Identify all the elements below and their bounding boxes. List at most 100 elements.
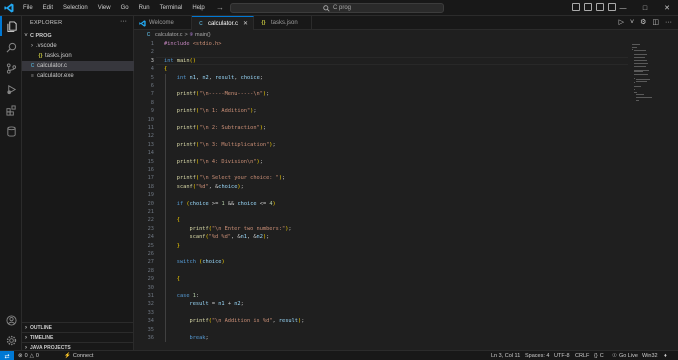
code-line[interactable]: 35: [134, 326, 628, 334]
line-number: 2: [150, 49, 154, 56]
breadcrumb-file[interactable]: calculator.c: [155, 32, 183, 38]
end-of-line[interactable]: CRLF: [575, 351, 589, 360]
close-tab-icon[interactable]: ✕: [243, 20, 248, 27]
code-line[interactable]: 28: [134, 267, 628, 275]
toggle-primary-sidebar-icon[interactable]: [572, 3, 580, 11]
source-control-icon[interactable]: [0, 58, 22, 78]
code-line[interactable]: 34 printf("\n Addition is %d", result);: [134, 317, 628, 325]
code-line[interactable]: 24 scanf("%d %d", &n1, &n2);: [134, 233, 628, 241]
split-editor-icon[interactable]: ◫: [652, 19, 659, 27]
vscode-logo-icon: [0, 0, 18, 16]
code-line[interactable]: 32 result = n1 + n2;: [134, 300, 628, 308]
code-line[interactable]: 10: [134, 116, 628, 124]
settings-gear-icon[interactable]: ⚙: [640, 19, 646, 27]
more-actions-icon[interactable]: ···: [120, 18, 127, 25]
code-line[interactable]: 7 printf("\n-----Menu-----\n");: [134, 90, 628, 98]
language-mode[interactable]: {} C: [594, 351, 604, 360]
minimize-button[interactable]: —: [612, 0, 634, 16]
menu-view[interactable]: View: [93, 0, 116, 16]
encoding[interactable]: UTF-8: [554, 351, 570, 360]
tab-tasks-json[interactable]: {} tasks.json: [254, 16, 312, 30]
connect-button[interactable]: ⚡ Connect: [64, 351, 93, 360]
indentation[interactable]: Spaces: 4: [525, 351, 549, 360]
code-line[interactable]: 11 printf("\n 2: Subtraction");: [134, 124, 628, 132]
code-line[interactable]: 27 switch (choice): [134, 258, 628, 266]
toggle-panel-icon[interactable]: [584, 3, 592, 11]
breadcrumb-symbol[interactable]: main(): [195, 32, 211, 38]
code-editor[interactable]: 1 #include <stdio.h> 2 3 int main() 4{5 int n…: [134, 40, 628, 350]
line-text: break;: [189, 335, 209, 341]
remote-indicator-icon[interactable]: ⇄: [0, 351, 14, 360]
code-line[interactable]: 31 case 1:: [134, 292, 628, 300]
tree-item-vscode[interactable]: › .vscode: [22, 41, 134, 51]
code-line[interactable]: 2: [134, 48, 628, 56]
maximize-button[interactable]: □: [634, 0, 656, 16]
code-line[interactable]: 1 #include <stdio.h>: [134, 40, 628, 48]
code-line[interactable]: 4{: [134, 65, 628, 73]
run-file-icon[interactable]: ▷: [619, 19, 624, 27]
notifications-bell-icon[interactable]: ♦: [664, 351, 667, 360]
tree-item-calculator-c[interactable]: C calculator.c: [22, 61, 134, 71]
code-line[interactable]: 16: [134, 166, 628, 174]
code-line[interactable]: 36 break;: [134, 334, 628, 342]
code-line[interactable]: 30: [134, 284, 628, 292]
menu-edit[interactable]: Edit: [38, 0, 58, 16]
run-and-debug-icon[interactable]: [0, 79, 22, 99]
code-line[interactable]: 12: [134, 132, 628, 140]
code-line[interactable]: 9 printf("\n 1: Addition");: [134, 107, 628, 115]
code-line[interactable]: 23 printf("\n Enter two numbers:");: [134, 225, 628, 233]
code-line[interactable]: 29 {: [134, 275, 628, 283]
code-line[interactable]: 13 printf("\n 3: Multiplication");: [134, 141, 628, 149]
code-line[interactable]: 15 printf("\n 4: Division\n");: [134, 158, 628, 166]
forward-arrow-icon[interactable]: →: [216, 3, 224, 13]
code-line[interactable]: 19: [134, 191, 628, 199]
search-icon[interactable]: [0, 37, 22, 57]
code-line[interactable]: 25 }: [134, 242, 628, 250]
cursor-position[interactable]: Ln 3, Col 11: [491, 351, 520, 360]
workspace-root[interactable]: ˅ C PROG: [22, 31, 134, 41]
explorer-icon[interactable]: [0, 16, 22, 36]
code-line[interactable]: 6: [134, 82, 628, 90]
code-line[interactable]: 8: [134, 99, 628, 107]
line-number: 18: [147, 183, 154, 190]
tree-item-tasks-json[interactable]: {} tasks.json: [22, 51, 134, 61]
minimap-line: [634, 53, 648, 55]
more-actions-icon[interactable]: ···: [665, 19, 672, 27]
code-line[interactable]: 18 scanf("%d", &choice);: [134, 183, 628, 191]
code-line[interactable]: 26: [134, 250, 628, 258]
code-line[interactable]: 33: [134, 309, 628, 317]
editor-scrollbar[interactable]: [672, 40, 678, 350]
code-line[interactable]: 20 if (choice >= 1 && choice <= 4): [134, 200, 628, 208]
chevron-down-icon[interactable]: ˅: [630, 19, 634, 27]
command-center-search[interactable]: C prog: [230, 3, 444, 13]
timeline-section[interactable]: › TIMELINE: [22, 332, 134, 342]
code-line[interactable]: 5 int n1, n2, result, choice;: [134, 74, 628, 82]
problems-indicator[interactable]: ⊗ 0 △ 0: [18, 351, 39, 360]
menu-go[interactable]: Go: [116, 0, 134, 16]
tab-calculator-c[interactable]: C calculator.c ✕: [192, 16, 254, 30]
settings-gear-icon[interactable]: [0, 330, 22, 350]
menu-selection[interactable]: Selection: [58, 0, 93, 16]
tab-welcome[interactable]: Welcome: [134, 16, 192, 30]
toggle-secondary-sidebar-icon[interactable]: [596, 3, 604, 11]
code-line[interactable]: 17 printf("\n Select your choice: ");: [134, 174, 628, 182]
line-text: {: [164, 66, 168, 73]
go-live-button[interactable]: ☉ Go Live: [612, 351, 638, 360]
code-line[interactable]: 22 {: [134, 216, 628, 224]
platform-indicator[interactable]: Win32: [642, 351, 658, 360]
menu-file[interactable]: File: [18, 0, 38, 16]
menu-run[interactable]: Run: [134, 0, 155, 16]
database-icon[interactable]: [0, 121, 22, 141]
back-arrow-icon[interactable]: ←: [198, 3, 206, 13]
code-line[interactable]: 21: [134, 208, 628, 216]
code-line[interactable]: 14: [134, 149, 628, 157]
outline-section[interactable]: › OUTLINE: [22, 322, 134, 332]
tree-item-calculator-exe[interactable]: ≡ calculator.exe: [22, 71, 134, 81]
minimap[interactable]: [628, 40, 672, 350]
line-number: 23: [147, 225, 154, 232]
menu-terminal[interactable]: Terminal: [155, 0, 188, 16]
close-window-button[interactable]: ✕: [656, 0, 678, 16]
account-icon[interactable]: [0, 310, 22, 330]
code-line[interactable]: 3 int main(): [134, 57, 628, 65]
extensions-icon[interactable]: [0, 100, 22, 120]
